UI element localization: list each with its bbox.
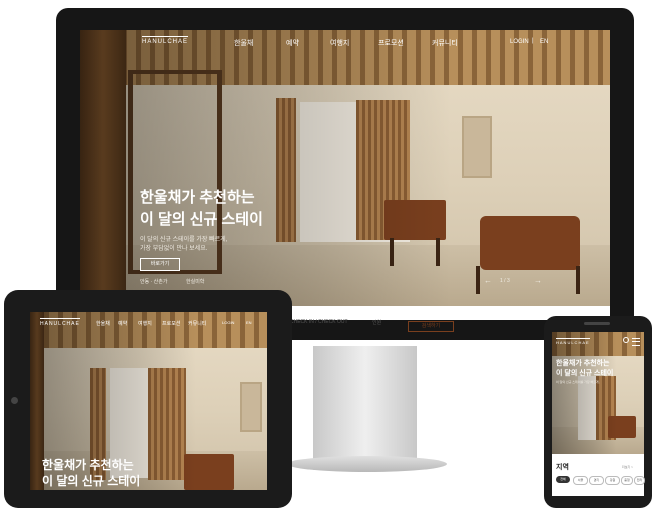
hero-title-line1: 한울채가 추천하는: [140, 189, 255, 206]
phone-hero-subtitle: 이 달의 신규 스테이를 가장 빠르게,: [556, 380, 600, 384]
region-chip-all[interactable]: 전체: [556, 476, 570, 483]
tablet-nav-promotion[interactable]: 프로모션: [162, 320, 180, 327]
hero-subtitle-line1: 이 달의 신규 스테이를 가장 빠르게,: [140, 237, 228, 243]
checkin-label[interactable]: CHECK IN / CHECK OUT: [290, 319, 348, 325]
nav-item-promotion[interactable]: 프로모션: [378, 38, 404, 48]
monitor-stand: [313, 346, 417, 470]
phone-speaker: [584, 322, 610, 325]
phone-hero-image: [552, 332, 644, 454]
tablet-nav-community[interactable]: 커뮤니티: [188, 320, 206, 327]
phone-hero-title-line2: 이 달의 신규 스테이: [556, 370, 614, 377]
region-chip-seoul[interactable]: 서울: [573, 476, 588, 485]
tablet-nav-reservation[interactable]: 예약: [118, 320, 127, 327]
language-toggle[interactable]: EN: [540, 39, 548, 45]
phone-section-title: 지역: [556, 464, 569, 471]
tablet-camera-icon: [11, 397, 18, 404]
phone-hero-title-line1: 한울채가 추천하는: [556, 360, 610, 367]
tablet-logo[interactable]: HANULCHAE: [40, 318, 80, 327]
tablet-nav-hanulchae[interactable]: 한울채: [96, 320, 110, 327]
tablet-hero-title-line1: 한울채가 추천하는: [42, 458, 134, 472]
nav-item-destinations[interactable]: 여행지: [330, 38, 349, 48]
hero-left-caption: 안동 · 산촌가: [140, 279, 168, 285]
hero-subtitle-line2: 가장 부담없이 만나 보세요.: [140, 246, 208, 252]
hamburger-menu-icon[interactable]: [632, 338, 640, 346]
region-chip-gangwon[interactable]: 강원: [605, 476, 620, 485]
tablet-login-link[interactable]: LOGIN: [222, 320, 234, 325]
desktop-logo[interactable]: HANULCHAE: [142, 36, 189, 45]
phone-logo[interactable]: HANULCHAE: [556, 338, 590, 345]
region-chip-gyeonggi[interactable]: 경기: [589, 476, 604, 485]
nav-item-hanulchae[interactable]: 한울채: [234, 38, 253, 48]
prev-arrow-icon[interactable]: ←: [484, 276, 492, 285]
next-arrow-icon[interactable]: →: [534, 276, 542, 285]
hero-title-line2: 이 달의 신규 스테이: [140, 211, 263, 228]
region-chip-chungcheong[interactable]: 충청: [621, 476, 633, 485]
guests-label[interactable]: 인원: [372, 319, 381, 326]
nav-item-community[interactable]: 커뮤니티: [432, 38, 458, 48]
region-chip-jeolla[interactable]: 전라: [634, 476, 645, 485]
login-link[interactable]: LOGIN: [510, 39, 529, 45]
nav-item-reservation[interactable]: 예약: [286, 38, 299, 48]
hero-right-caption: 한실미학: [186, 279, 205, 285]
search-button[interactable]: 검색하기: [408, 321, 454, 332]
search-icon[interactable]: [623, 337, 629, 343]
slide-pager: 1 / 3: [500, 278, 510, 284]
tablet-nav-destinations[interactable]: 여행지: [138, 320, 152, 327]
tablet-language-toggle[interactable]: EN: [246, 320, 252, 325]
nav-divider: |: [532, 38, 534, 44]
phone-section-more[interactable]: 더보기 >: [622, 465, 633, 469]
tablet-hero-title-line2: 이 달의 신규 스테이: [42, 474, 141, 488]
monitor-stand-base: [287, 456, 447, 472]
hero-cta-button[interactable]: 바로가기: [140, 258, 180, 271]
